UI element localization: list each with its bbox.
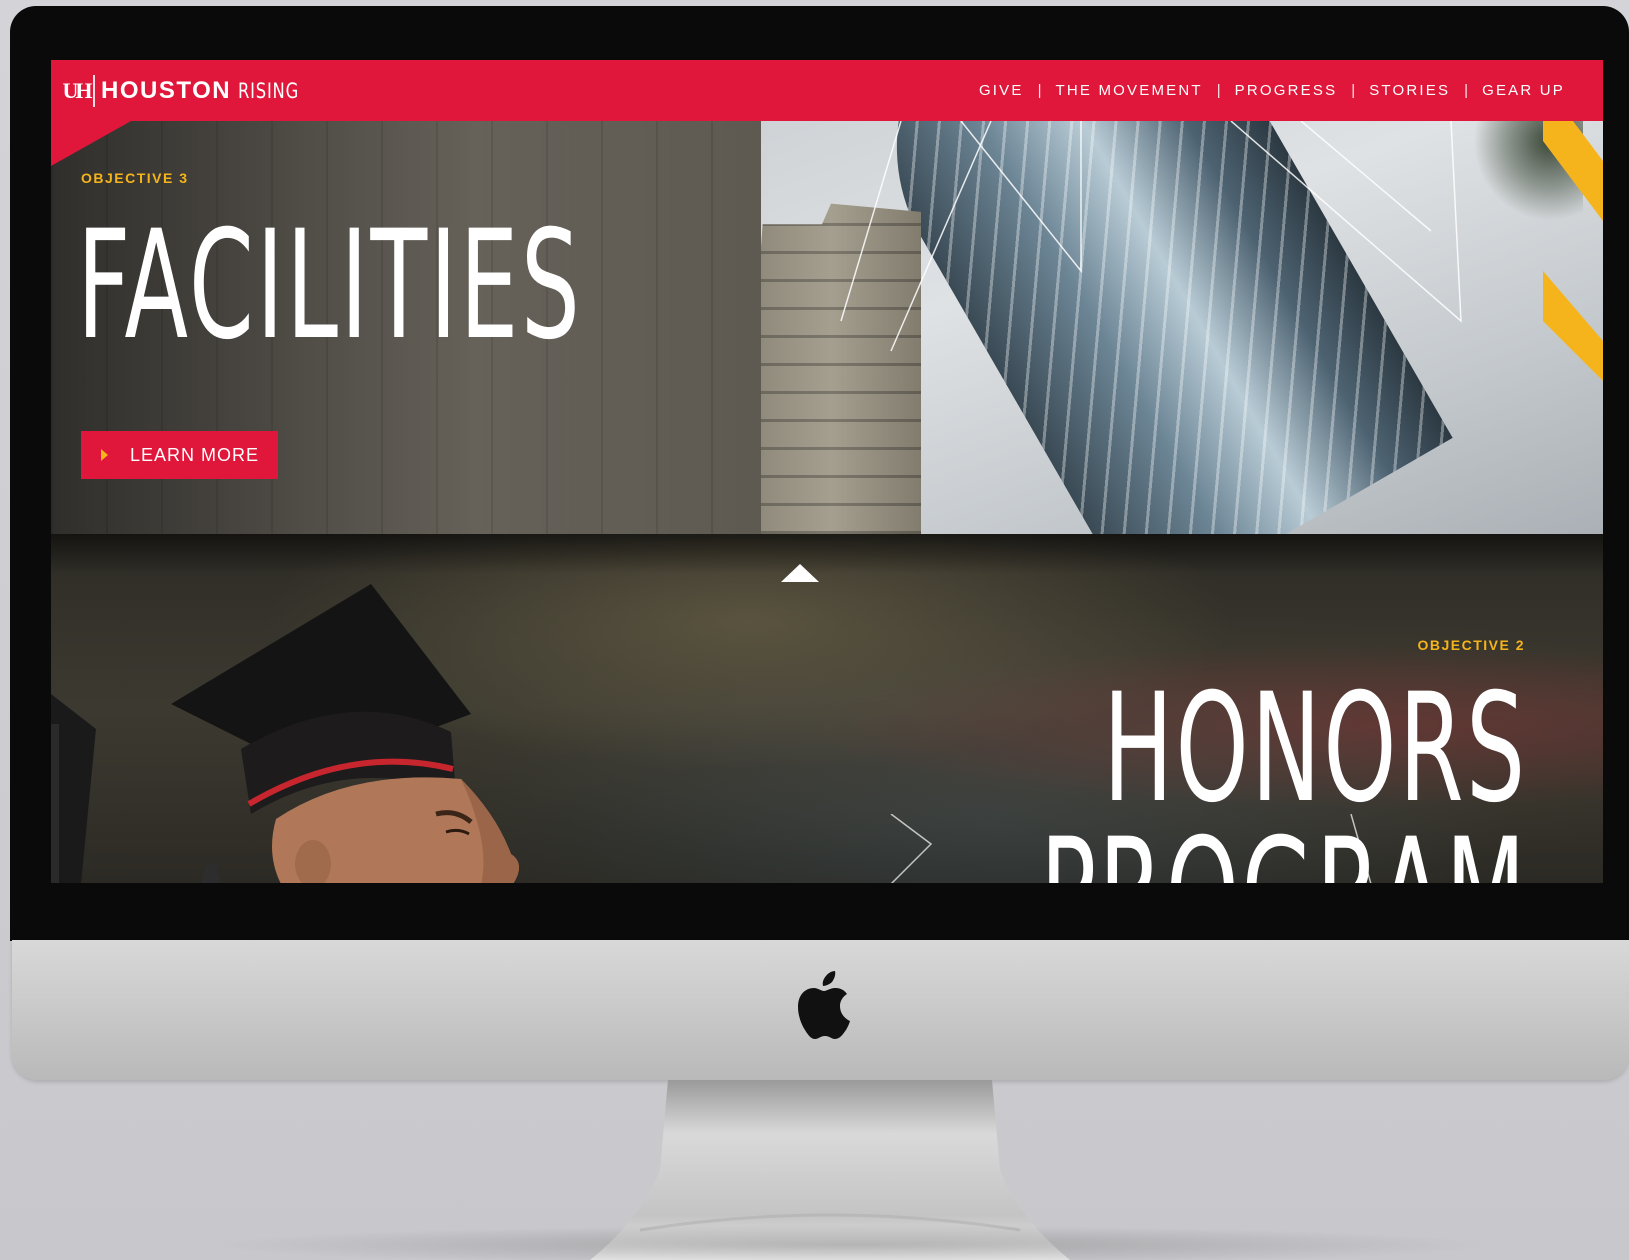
learn-more-label: LEARN MORE bbox=[130, 444, 260, 465]
facilities-hero: OBJECTIVE 3 FACILITIES LEARN MORE bbox=[51, 121, 1603, 534]
nav-progress[interactable]: PROGRESS bbox=[1235, 82, 1338, 99]
nav-separator: | bbox=[1037, 82, 1042, 99]
uh-logo-mark: UH bbox=[63, 74, 95, 107]
logo-houston-text: HOUSTON bbox=[101, 76, 232, 104]
nav-the-movement[interactable]: THE MOVEMENT bbox=[1056, 82, 1203, 99]
nav-links: GIVE | THE MOVEMENT | PROGRESS | STORIES… bbox=[979, 60, 1565, 121]
nav-separator: | bbox=[1351, 82, 1356, 99]
gold-stripes-decoration bbox=[1543, 121, 1603, 381]
stand-shadow bbox=[200, 1225, 1500, 1260]
honors-title: HONORS bbox=[1103, 662, 1528, 836]
nav-give[interactable]: GIVE bbox=[979, 82, 1024, 99]
honors-hero: OBJECTIVE 2 HONORS PROGRAM bbox=[51, 534, 1603, 883]
nav-separator: | bbox=[1216, 82, 1221, 99]
graduate-photo bbox=[51, 584, 519, 883]
red-corner-accent bbox=[51, 121, 131, 166]
play-arrow-icon bbox=[101, 449, 108, 461]
learn-more-button[interactable]: LEARN MORE bbox=[81, 431, 278, 479]
website-screen: OBJECTIVE 3 FACILITIES LEARN MORE OBJECT… bbox=[51, 60, 1603, 883]
top-navigation-bar: UH HOUSTON RISING GIVE | THE MOVEMENT | … bbox=[51, 60, 1603, 121]
nav-separator: | bbox=[1464, 82, 1469, 99]
decorative-line-pattern-2 bbox=[890, 814, 1372, 883]
nav-stories[interactable]: STORIES bbox=[1369, 82, 1450, 99]
apple-icon bbox=[798, 971, 850, 1039]
logo-rising-text: RISING bbox=[238, 78, 300, 103]
facilities-title: FACILITIES bbox=[77, 199, 583, 373]
houston-rising-logo[interactable]: UH HOUSTON RISING bbox=[63, 74, 316, 107]
objective-2-label: OBJECTIVE 2 bbox=[1417, 637, 1525, 653]
scroll-up-icon[interactable] bbox=[781, 564, 819, 582]
nav-gear-up[interactable]: GEAR UP bbox=[1482, 82, 1565, 99]
objective-3-label: OBJECTIVE 3 bbox=[81, 170, 189, 186]
